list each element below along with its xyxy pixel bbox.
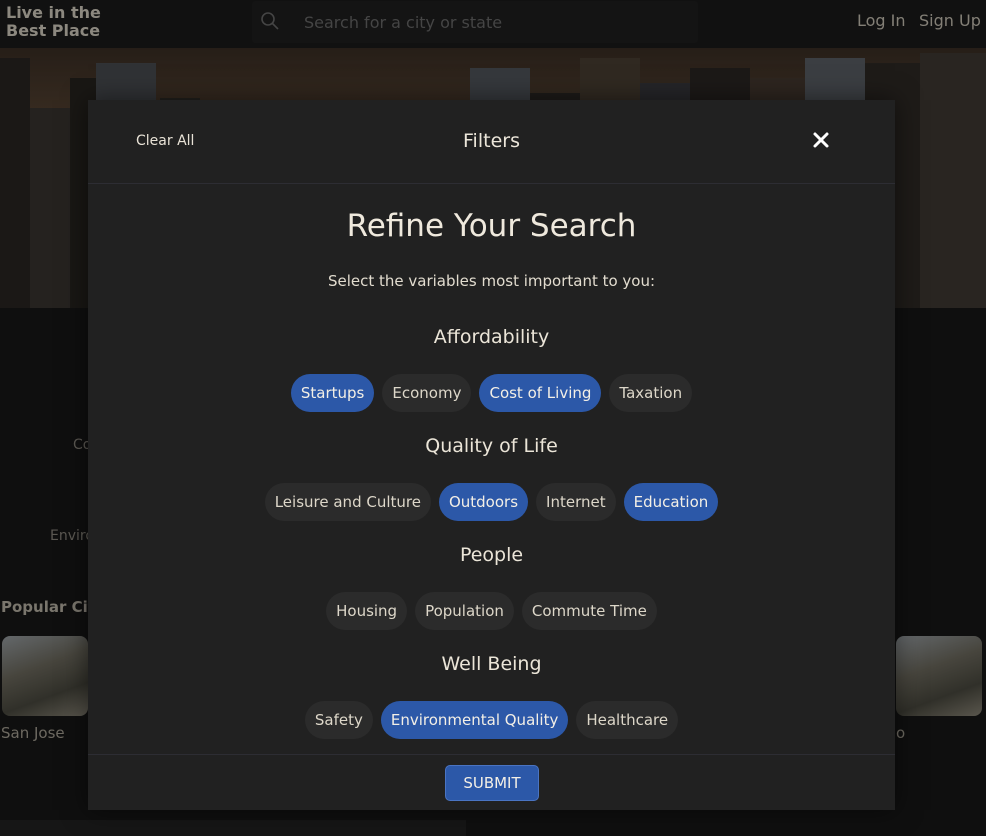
filter-chip[interactable]: Outdoors	[438, 483, 529, 521]
close-icon[interactable]	[810, 129, 832, 151]
page: Live in the Best Place Log In Sign Up	[0, 0, 986, 836]
filter-chip[interactable]: Taxation	[609, 374, 693, 412]
modal-title: Filters	[463, 130, 520, 152]
modal-header: Clear All Filters	[88, 100, 895, 184]
filter-chip[interactable]: Cost of Living	[479, 374, 602, 412]
filter-chip[interactable]: Education	[623, 483, 719, 521]
instruction-text: Select the variables most important to y…	[327, 272, 656, 290]
filter-chip[interactable]: Housing	[326, 592, 408, 630]
filter-chip[interactable]: Startups	[290, 374, 375, 412]
submit-button[interactable]: SUBMIT	[445, 765, 539, 801]
filter-chip[interactable]: Commute Time	[521, 592, 657, 630]
chip-row-quality-of-life: Leisure and Culture Outdoors Internet Ed…	[88, 483, 895, 521]
filter-chip[interactable]: Population	[415, 592, 514, 630]
filter-chip[interactable]: Economy	[382, 374, 472, 412]
group-title-quality-of-life: Quality of Life	[425, 435, 558, 457]
modal-footer: SUBMIT	[88, 754, 895, 810]
group-title-people: People	[459, 544, 524, 566]
filters-modal: Clear All Filters Refine Your Search Sel…	[88, 100, 895, 810]
group-title-affordability: Affordability	[433, 326, 550, 348]
chip-row-people: Housing Population Commute Time	[88, 592, 895, 630]
chip-row-affordability: Startups Economy Cost of Living Taxation	[88, 374, 895, 412]
chip-row-well-being: Safety Environmental Quality Healthcare	[88, 701, 895, 739]
refine-heading: Refine Your Search	[346, 208, 637, 244]
group-title-well-being: Well Being	[441, 653, 542, 675]
filter-chip[interactable]: Internet	[536, 483, 616, 521]
filter-chip[interactable]: Healthcare	[576, 701, 679, 739]
filter-chip[interactable]: Environmental Quality	[380, 701, 569, 739]
filter-chip[interactable]: Leisure and Culture	[264, 483, 431, 521]
filter-chip[interactable]: Safety	[304, 701, 373, 739]
